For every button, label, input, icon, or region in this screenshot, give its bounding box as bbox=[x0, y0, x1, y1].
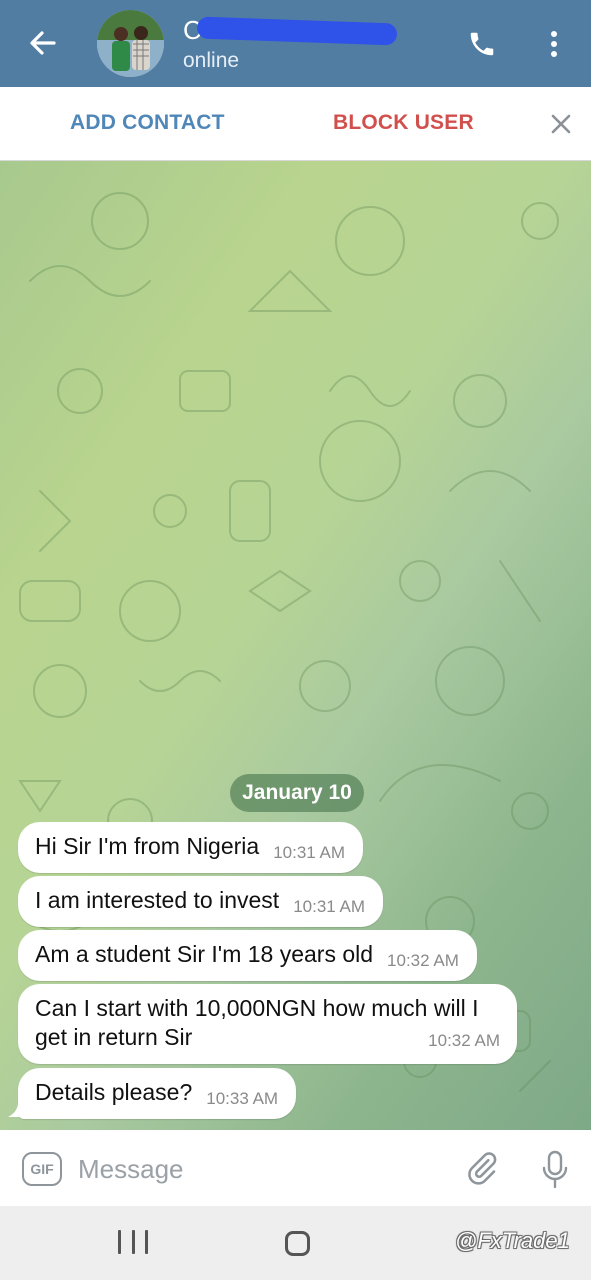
more-options-button[interactable] bbox=[534, 24, 574, 64]
back-button[interactable] bbox=[22, 22, 64, 64]
block-user-button[interactable]: BLOCK USER bbox=[333, 111, 474, 135]
message-time: 10:33 AM bbox=[206, 1089, 279, 1108]
chat-message-list[interactable]: January 10 Hi Sir I'm from Nigeria 10:31 … bbox=[0, 161, 591, 1130]
message-text: I am interested to invest bbox=[35, 887, 280, 913]
microphone-icon bbox=[542, 1150, 568, 1189]
redaction-mark bbox=[196, 16, 398, 46]
message-input[interactable] bbox=[78, 1150, 438, 1188]
gif-button[interactable]: GIF bbox=[22, 1152, 62, 1186]
message-text: Am a student Sir I'm 18 years old bbox=[35, 941, 374, 967]
watermark-text: @FxTrade1 bbox=[455, 1228, 570, 1253]
message-time: 10:31 AM bbox=[293, 897, 366, 916]
message-time: 10:31 AM bbox=[273, 843, 346, 862]
message-composer: GIF bbox=[0, 1130, 591, 1206]
incoming-message[interactable]: I am interested to invest 10:31 AM bbox=[18, 876, 384, 927]
system-navigation-bar: @FxTrade1 bbox=[0, 1206, 591, 1280]
message-text: Hi Sir I'm from Nigeria bbox=[35, 833, 260, 859]
contact-avatar[interactable] bbox=[97, 10, 164, 77]
chat-status: online bbox=[183, 49, 240, 72]
incoming-message[interactable]: Hi Sir I'm from Nigeria 10:31 AM bbox=[18, 822, 364, 873]
incoming-message[interactable]: Details please? 10:33 AM bbox=[18, 1068, 297, 1119]
contact-action-bar: ADD CONTACT BLOCK USER bbox=[0, 87, 591, 161]
recents-icon[interactable] bbox=[118, 1230, 148, 1256]
chat-header: C online bbox=[0, 0, 591, 87]
message-time: 10:32 AM bbox=[387, 951, 459, 970]
add-contact-button[interactable]: ADD CONTACT bbox=[70, 111, 225, 135]
call-button[interactable] bbox=[462, 24, 502, 64]
paperclip-icon bbox=[468, 1152, 497, 1185]
bubble-tail bbox=[8, 1097, 28, 1117]
home-icon[interactable] bbox=[285, 1231, 310, 1256]
close-icon bbox=[551, 114, 571, 134]
incoming-message[interactable]: Am a student Sir I'm 18 years old 10:32 A… bbox=[18, 930, 477, 981]
message-text: Details please? bbox=[35, 1079, 193, 1105]
avatar-photo bbox=[97, 10, 164, 77]
chat-title-block[interactable]: C online bbox=[183, 14, 443, 76]
phone-icon bbox=[470, 32, 494, 56]
arrow-left-icon bbox=[30, 31, 56, 55]
attach-button[interactable] bbox=[462, 1148, 502, 1188]
message-time: 10:32 AM bbox=[428, 1031, 500, 1050]
close-action-bar-button[interactable] bbox=[546, 109, 576, 139]
incoming-message[interactable]: Can I start with 10,000NGN how much will… bbox=[18, 984, 517, 1064]
voice-message-button[interactable] bbox=[535, 1148, 575, 1192]
date-separator: January 10 bbox=[230, 774, 364, 812]
more-vertical-icon bbox=[551, 31, 557, 57]
